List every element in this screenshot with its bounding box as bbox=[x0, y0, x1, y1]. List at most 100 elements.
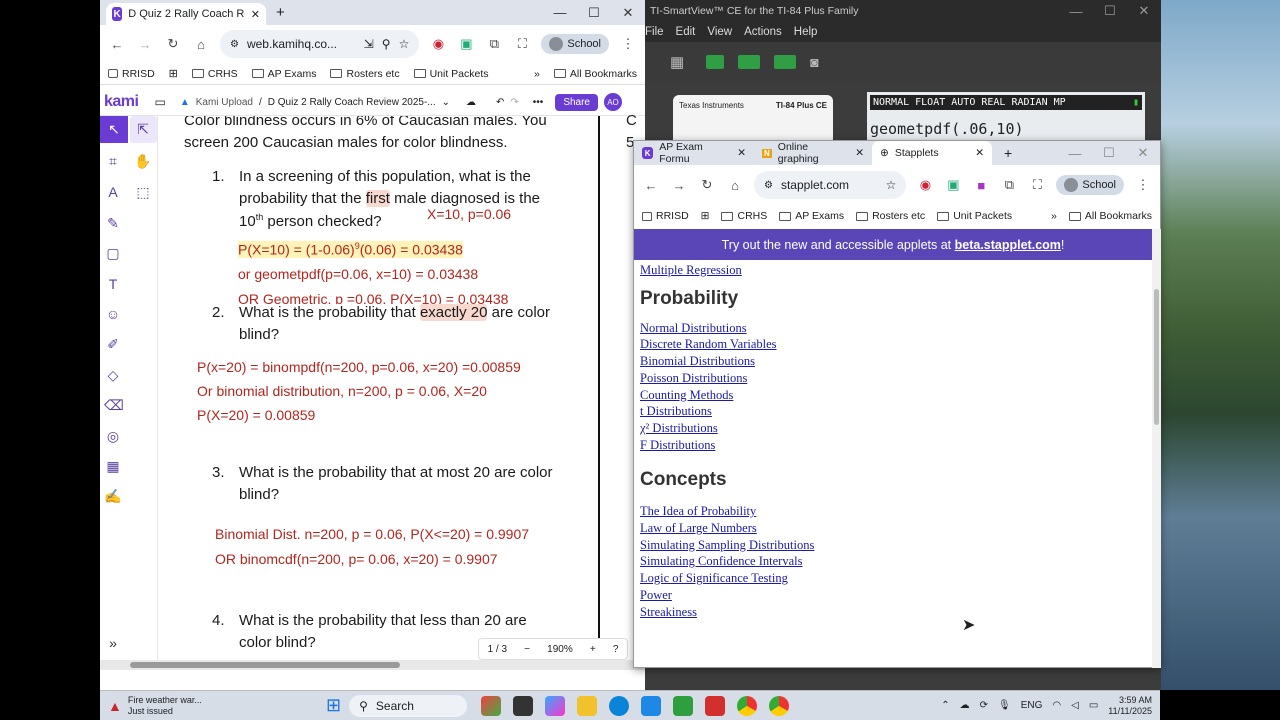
menu-dots-icon[interactable]: ⋮ bbox=[619, 36, 637, 52]
bookmark-crhs[interactable]: CRHS bbox=[721, 210, 767, 222]
bookmark-rosters[interactable]: Rosters etc bbox=[856, 210, 925, 222]
link-simulating-confidence-intervals[interactable]: Simulating Confidence Intervals bbox=[640, 553, 1146, 570]
scrollbar-thumb[interactable] bbox=[1154, 289, 1159, 425]
redo-icon[interactable]: ↷ bbox=[510, 97, 518, 108]
menu-dots-icon[interactable]: ⋮ bbox=[1134, 177, 1152, 193]
menu-edit[interactable]: Edit bbox=[676, 26, 696, 38]
expand-sidebar-icon[interactable]: » bbox=[104, 634, 122, 652]
new-tab-button[interactable]: + bbox=[276, 4, 285, 21]
tab-close-icon[interactable]: ✕ bbox=[855, 147, 864, 159]
extensions-puzzle-icon[interactable]: ⧉ bbox=[485, 36, 503, 52]
link-logic-of-significance-testing[interactable]: Logic of Significance Testing bbox=[640, 570, 1146, 587]
link-poisson-distributions[interactable]: Poisson Distributions bbox=[640, 370, 1146, 387]
new-tab-button[interactable]: + bbox=[1004, 145, 1012, 161]
onedrive-icon[interactable]: ☁ bbox=[960, 700, 970, 711]
extension-video-icon[interactable]: ■ bbox=[972, 178, 990, 193]
text-select-icon[interactable]: ⌗ bbox=[104, 152, 122, 170]
more-options-icon[interactable]: ••• bbox=[533, 97, 544, 108]
more-bookmarks-icon[interactable]: » bbox=[1051, 210, 1057, 222]
green-app-icon[interactable] bbox=[673, 695, 694, 716]
zoom-search-icon[interactable]: ⚲ bbox=[382, 37, 391, 51]
calculator-icon[interactable]: ▦ bbox=[670, 53, 684, 71]
user-avatar[interactable]: AO bbox=[604, 93, 622, 111]
help-icon[interactable]: ? bbox=[613, 644, 619, 655]
banner-link[interactable]: beta.stapplet.com bbox=[955, 238, 1061, 252]
profile-button[interactable]: School bbox=[541, 34, 609, 54]
back-icon[interactable]: ← bbox=[642, 178, 660, 193]
copilot-icon[interactable] bbox=[545, 695, 566, 716]
close-window-button[interactable]: ✕ bbox=[611, 5, 645, 21]
site-info-icon[interactable]: ⚙ bbox=[230, 39, 239, 50]
task-view-icon[interactable] bbox=[513, 695, 534, 716]
home-icon[interactable]: ⌂ bbox=[192, 37, 210, 52]
chevron-down-icon[interactable]: ⌄ bbox=[442, 97, 450, 108]
link-law-of-large-numbers[interactable]: Law of Large Numbers bbox=[640, 520, 1146, 537]
link-simulating-sampling-distributions[interactable]: Simulating Sampling Distributions bbox=[640, 537, 1146, 554]
maximize-button[interactable]: ☐ bbox=[577, 5, 611, 21]
link-discrete-random-variables[interactable]: Discrete Random Variables bbox=[640, 336, 1146, 353]
add-media-icon[interactable]: ◎ bbox=[104, 427, 122, 445]
bookmark-rrisd[interactable]: RRISD bbox=[642, 210, 689, 222]
link-counting-methods[interactable]: Counting Methods bbox=[640, 387, 1146, 404]
camera-icon[interactable]: ◙ bbox=[810, 54, 818, 70]
bookmark-unit-packets[interactable]: Unit Packets bbox=[413, 68, 489, 80]
horizontal-scrollbar[interactable] bbox=[100, 660, 645, 670]
tab-close-icon[interactable]: ✕ bbox=[737, 147, 746, 159]
wifi-icon[interactable]: ◠ bbox=[1052, 700, 1061, 711]
chrome-icon[interactable] bbox=[737, 695, 758, 716]
link-f-distributions[interactable]: F Distributions bbox=[640, 437, 1146, 454]
close-window-button[interactable]: ✕ bbox=[1126, 145, 1160, 161]
link-t-distributions[interactable]: t Distributions bbox=[640, 403, 1146, 420]
menu-actions[interactable]: Actions bbox=[744, 26, 782, 38]
bookmark-ap-exams[interactable]: AP Exams bbox=[251, 68, 316, 80]
forward-icon[interactable]: → bbox=[136, 37, 154, 52]
red-app-icon[interactable] bbox=[705, 695, 726, 716]
site-info-icon[interactable]: ⚙ bbox=[764, 180, 773, 191]
start-icon[interactable]: ⊞ bbox=[326, 695, 341, 716]
chevron-up-icon[interactable]: ⌃ bbox=[941, 700, 949, 711]
outlook-icon[interactable] bbox=[641, 695, 662, 716]
extension-green-icon[interactable]: ▣ bbox=[944, 177, 962, 193]
all-bookmarks[interactable]: All Bookmarks bbox=[1068, 210, 1152, 222]
drawing-icon[interactable]: ✐ bbox=[104, 335, 122, 353]
scrollbar-thumb[interactable] bbox=[130, 662, 400, 668]
key-press-icon[interactable] bbox=[738, 55, 761, 69]
link-multiple-regression[interactable]: Multiple Regression bbox=[640, 262, 1146, 279]
extensions-puzzle-icon[interactable]: ⧉ bbox=[1000, 177, 1018, 193]
extension-color-icon[interactable]: ◉ bbox=[429, 36, 447, 52]
area-select-icon[interactable]: ⬚ bbox=[134, 183, 152, 201]
ti-maximize-button[interactable]: ☐ bbox=[1093, 3, 1127, 19]
link-normal-distributions[interactable]: Normal Distributions bbox=[640, 320, 1146, 337]
shapes-icon[interactable]: ◇ bbox=[104, 366, 122, 384]
zoom-out-button[interactable]: − bbox=[524, 644, 530, 655]
breadcrumb-root[interactable]: Kami Upload bbox=[196, 97, 253, 108]
equation-icon[interactable]: ☺ bbox=[104, 305, 122, 323]
select-box-tool[interactable]: ⇱ bbox=[130, 116, 157, 143]
sync-icon[interactable]: ⟳ bbox=[980, 700, 988, 711]
apps-grid-icon[interactable]: ⊞ bbox=[169, 67, 178, 80]
link-chi-square-distributions[interactable]: χ² Distributions bbox=[640, 420, 1146, 437]
edge-icon[interactable] bbox=[609, 695, 630, 716]
undo-icon[interactable]: ↶ bbox=[496, 97, 504, 108]
extension-green-icon[interactable]: ▣ bbox=[457, 36, 475, 52]
zoom-in-button[interactable]: + bbox=[590, 644, 596, 655]
tab-online-graphing[interactable]: N Online graphing ✕ bbox=[754, 141, 872, 165]
document-title[interactable]: D Quiz 2 Rally Coach Review 2025-... bbox=[268, 97, 436, 108]
widgets-app-icon[interactable] bbox=[481, 695, 502, 716]
image-icon[interactable]: ▦ bbox=[104, 457, 122, 475]
share-button[interactable]: Share bbox=[555, 93, 598, 111]
menu-file[interactable]: File bbox=[645, 26, 664, 38]
all-bookmarks[interactable]: All Bookmarks bbox=[553, 68, 637, 80]
extension-color-icon[interactable]: ◉ bbox=[916, 177, 934, 193]
hand-icon[interactable]: ✋ bbox=[134, 152, 152, 170]
tab-stapplets[interactable]: ⊕ Stapplets ✕ bbox=[872, 141, 992, 165]
ti-close-button[interactable]: ✕ bbox=[1127, 3, 1161, 19]
forward-icon[interactable]: → bbox=[670, 178, 688, 193]
page-indicator[interactable]: 1 / 3 bbox=[488, 644, 507, 655]
link-power[interactable]: Power bbox=[640, 587, 1146, 604]
tab-close-icon[interactable]: ✕ bbox=[975, 147, 984, 159]
send-icon[interactable] bbox=[706, 55, 725, 69]
menu-view[interactable]: View bbox=[707, 26, 732, 38]
link-idea-of-probability[interactable]: The Idea of Probability bbox=[640, 503, 1146, 520]
maximize-button[interactable]: ☐ bbox=[1092, 145, 1126, 161]
